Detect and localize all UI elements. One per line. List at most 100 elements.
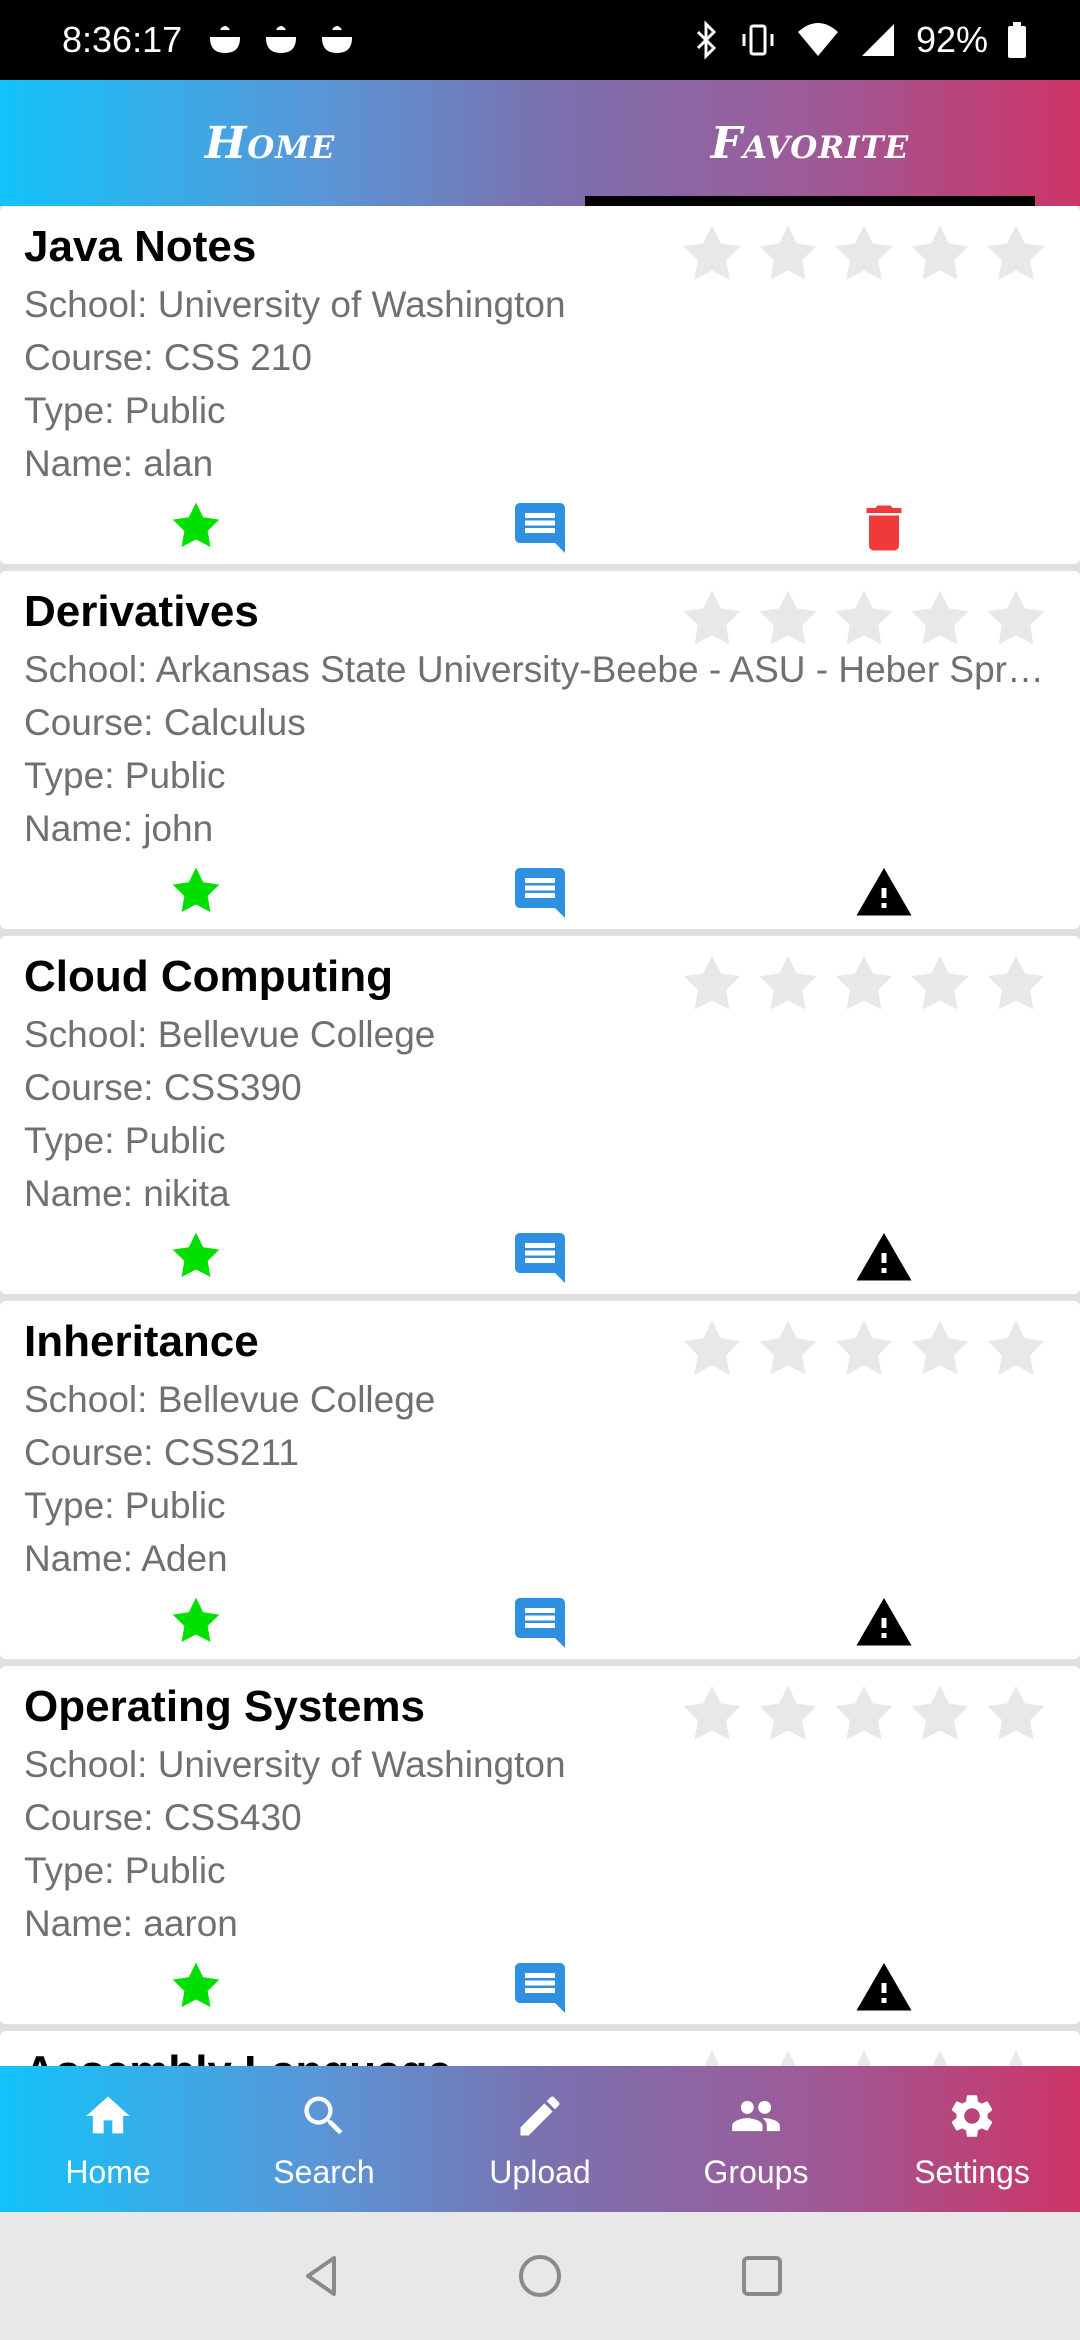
rating-star-icon[interactable] — [906, 950, 974, 1018]
rating-star-icon[interactable] — [830, 585, 898, 653]
notification-app-icon — [321, 26, 353, 54]
warning-icon[interactable] — [854, 1958, 914, 2018]
nav-groups[interactable]: Groups — [648, 2066, 864, 2212]
nav-search[interactable]: Search — [216, 2066, 432, 2212]
home-circle-icon[interactable] — [510, 2246, 570, 2306]
nav-home[interactable]: Home — [0, 2066, 216, 2212]
tab-home[interactable]: Home — [0, 80, 540, 206]
nav-groups-label: Groups — [703, 2154, 809, 2190]
bottom-navigation: Home Search Upload Groups Settings — [0, 2066, 1080, 2212]
note-school: School: University of Washington — [24, 284, 566, 325]
rating-star-icon[interactable] — [754, 1680, 822, 1748]
status-icons: 92% — [692, 0, 1028, 80]
favorite-star-icon[interactable] — [168, 498, 224, 554]
rating-star-icon[interactable] — [982, 220, 1050, 288]
rating-stars[interactable] — [678, 585, 1050, 653]
rating-stars[interactable] — [678, 220, 1050, 288]
note-course: Course: CSS 210 — [24, 337, 312, 378]
groups-icon — [732, 2100, 780, 2132]
note-author: Name: Aden — [24, 1538, 228, 1579]
note-card[interactable]: Cloud Computing School: Bellevue College C… — [0, 936, 1080, 1294]
note-author: Name: nikita — [24, 1173, 230, 1214]
rating-stars[interactable] — [678, 1680, 1050, 1748]
note-type: Type: Public — [24, 1850, 226, 1891]
favorite-star-icon[interactable] — [168, 1228, 224, 1284]
note-title: Java Notes — [24, 222, 257, 271]
battery-percent: 92% — [915, 19, 988, 60]
rating-stars[interactable] — [678, 950, 1050, 1018]
note-school: School: Bellevue College — [24, 1379, 436, 1420]
nav-home-label: Home — [65, 2154, 151, 2190]
warning-icon[interactable] — [854, 863, 914, 923]
note-card[interactable]: Derivatives School: Arkansas State Univer… — [0, 571, 1080, 929]
note-type: Type: Public — [24, 1485, 226, 1526]
nav-search-label: Search — [273, 2154, 375, 2190]
comment-icon[interactable] — [510, 863, 570, 923]
rating-star-icon[interactable] — [982, 1680, 1050, 1748]
note-school: School: University of Washington — [24, 1744, 566, 1785]
warning-icon[interactable] — [854, 1593, 914, 1653]
rating-star-icon[interactable] — [678, 2045, 746, 2066]
rating-stars[interactable] — [678, 2045, 1050, 2066]
rating-star-icon[interactable] — [906, 2045, 974, 2066]
rating-star-icon[interactable] — [830, 220, 898, 288]
rating-star-icon[interactable] — [830, 950, 898, 1018]
back-icon[interactable] — [292, 2246, 352, 2306]
warning-icon[interactable] — [854, 1228, 914, 1288]
rating-star-icon[interactable] — [982, 2045, 1050, 2066]
note-card[interactable]: Operating Systems School: University of W… — [0, 1666, 1080, 2024]
rating-star-icon[interactable] — [678, 220, 746, 288]
comment-icon[interactable] — [510, 1228, 570, 1288]
rating-star-icon[interactable] — [906, 220, 974, 288]
note-school: School: Arkansas State University-Beebe … — [24, 649, 1044, 690]
note-course: Course: CSS211 — [24, 1432, 299, 1473]
trash-icon[interactable] — [854, 498, 914, 558]
rating-star-icon[interactable] — [982, 585, 1050, 653]
comment-icon[interactable] — [510, 1958, 570, 2018]
note-card[interactable]: Assembly Language — [0, 2031, 1080, 2066]
rating-star-icon[interactable] — [830, 1315, 898, 1383]
rating-star-icon[interactable] — [678, 950, 746, 1018]
rating-star-icon[interactable] — [906, 1680, 974, 1748]
note-title: Inheritance — [24, 1317, 259, 1366]
notification-icons — [205, 20, 357, 60]
pencil-icon — [520, 2096, 560, 2136]
note-course: Course: CSS430 — [24, 1797, 302, 1838]
rating-star-icon[interactable] — [830, 1680, 898, 1748]
recents-icon[interactable] — [732, 2246, 792, 2306]
rating-star-icon[interactable] — [754, 950, 822, 1018]
favorite-notes-list[interactable]: Java Notes School: University of Washingt… — [0, 206, 1080, 2066]
note-title: Operating Systems — [24, 1682, 426, 1731]
rating-star-icon[interactable] — [678, 1680, 746, 1748]
rating-star-icon[interactable] — [982, 1315, 1050, 1383]
rating-star-icon[interactable] — [754, 1315, 822, 1383]
note-type: Type: Public — [24, 390, 226, 431]
note-card[interactable]: Inheritance School: Bellevue College Cours… — [0, 1301, 1080, 1659]
rating-star-icon[interactable] — [982, 950, 1050, 1018]
nav-upload[interactable]: Upload — [432, 2066, 648, 2212]
comment-icon[interactable] — [510, 1593, 570, 1653]
home-icon — [86, 2096, 130, 2134]
rating-star-icon[interactable] — [830, 2045, 898, 2066]
favorite-star-icon[interactable] — [168, 863, 224, 919]
favorite-star-icon[interactable] — [168, 1958, 224, 2014]
note-school: School: Bellevue College — [24, 1014, 436, 1055]
rating-star-icon[interactable] — [906, 1315, 974, 1383]
note-card[interactable]: Java Notes School: University of Washingt… — [0, 206, 1080, 564]
favorite-star-icon[interactable] — [168, 1593, 224, 1649]
system-navigation-bar — [0, 2212, 1080, 2340]
note-type: Type: Public — [24, 755, 226, 796]
rating-star-icon[interactable] — [754, 585, 822, 653]
rating-star-icon[interactable] — [678, 585, 746, 653]
nav-settings[interactable]: Settings — [864, 2066, 1080, 2212]
comment-icon[interactable] — [510, 498, 570, 558]
rating-star-icon[interactable] — [754, 220, 822, 288]
tab-favorite[interactable]: Favorite — [540, 80, 1080, 206]
notification-app-icon — [265, 26, 297, 54]
rating-stars[interactable] — [678, 1315, 1050, 1383]
note-type: Type: Public — [24, 1120, 226, 1161]
rating-star-icon[interactable] — [906, 585, 974, 653]
note-author: Name: alan — [24, 443, 214, 484]
rating-star-icon[interactable] — [754, 2045, 822, 2066]
rating-star-icon[interactable] — [678, 1315, 746, 1383]
